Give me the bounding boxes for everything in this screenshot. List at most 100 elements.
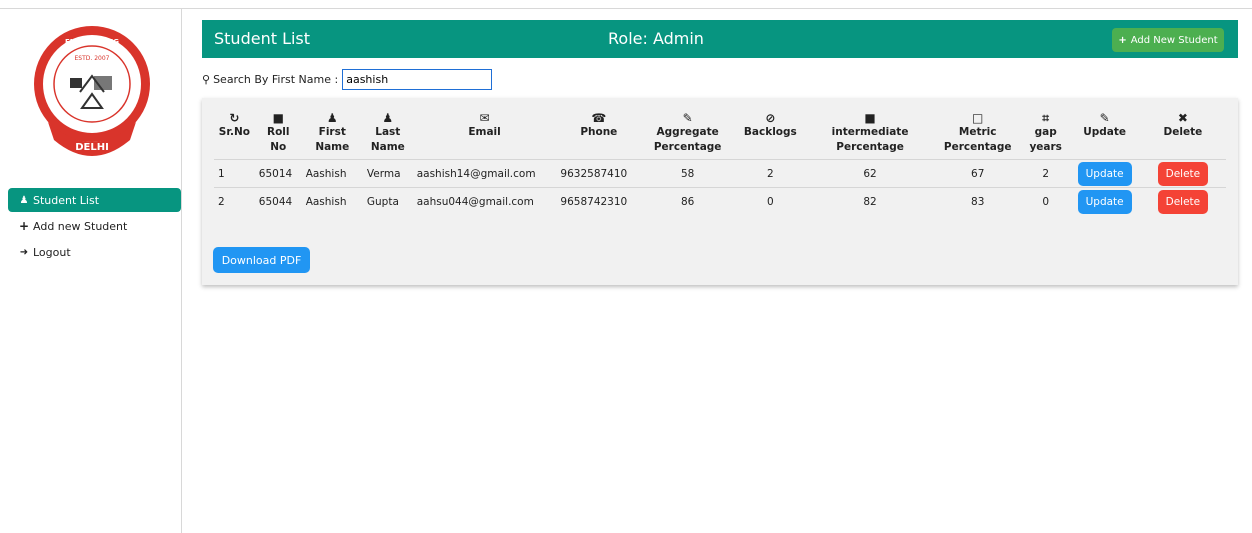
cell-sr: 2: [214, 187, 255, 216]
column-header: ☎ Phone: [556, 111, 641, 160]
cell-metric: 67: [933, 159, 1022, 188]
column-header: ↻ Sr.No: [214, 111, 255, 160]
column-header-label: Aggregate: [656, 126, 719, 138]
column-header: ✎ Aggregate Percentage: [641, 111, 734, 160]
column-header-label: Last: [375, 126, 401, 138]
cell-backlogs: 0: [734, 187, 807, 216]
column-header-label: Metric: [958, 126, 997, 138]
plus-icon: +: [1118, 34, 1127, 46]
add-new-student-label: Add New Student: [1130, 34, 1218, 46]
column-header-label: First: [318, 126, 346, 138]
column-header-label: Percentage: [653, 141, 722, 153]
cell-roll: 65014: [254, 159, 302, 188]
sidebar-item-add-new-student[interactable]: + Add new Student: [8, 214, 181, 238]
table-header-row: ↻ Sr.No ■ Roll No ♟ First Name ♟ Last Name ✉ Email ☎ P…: [214, 111, 1226, 160]
page-title: Student List: [214, 29, 311, 48]
cell-phone: 9658742310: [556, 187, 642, 216]
user-icon: ♟: [382, 111, 394, 125]
cell-update: Update: [1069, 187, 1140, 216]
add-new-student-button[interactable]: + Add New Student: [1112, 28, 1224, 52]
cell-first: Aashish: [301, 159, 363, 188]
student-table: ↻ Sr.No ■ Roll No ♟ First Name ♟ Last Name ✉ Email ☎ P…: [214, 111, 1226, 216]
delete-button[interactable]: Delete: [1157, 161, 1209, 186]
user-icon: ♟: [19, 194, 29, 206]
cell-aggregate: 86: [641, 187, 735, 216]
column-header: ✖ Delete: [1140, 111, 1226, 160]
update-button[interactable]: Update: [1077, 161, 1132, 186]
update-button[interactable]: Update: [1077, 189, 1132, 214]
pencil-icon: ✎: [682, 111, 693, 125]
plus-icon: +: [18, 219, 30, 233]
college-logo: DELHI ENGINEERING ESTD. 2007: [34, 26, 150, 156]
cell-phone: 9632587410: [556, 159, 642, 188]
logout-icon: ➜: [19, 246, 29, 258]
column-header-label: Email: [468, 126, 501, 138]
svg-text:DELHI: DELHI: [75, 142, 109, 153]
delete-button[interactable]: Delete: [1157, 189, 1209, 214]
column-header-label: gap: [1034, 126, 1057, 138]
cell-gap: 0: [1021, 187, 1070, 216]
table-row: 1 65014 Aashish Verma aashish14@gmail.com 963…: [214, 159, 1226, 188]
sidebar-item-label: Student List: [33, 193, 100, 207]
cell-first: Aashish: [301, 187, 363, 216]
cell-last: Verma: [362, 159, 413, 188]
search-label: Search By First Name :: [213, 72, 339, 86]
cell-email: aashish14@gmail.com: [412, 159, 557, 188]
cell-delete: Delete: [1139, 187, 1226, 216]
ban-icon: ⊘: [765, 111, 776, 125]
trash-icon: ✖: [1177, 111, 1188, 125]
cell-backlogs: 2: [734, 159, 807, 188]
sidebar: DELHI ENGINEERING ESTD. 2007 ♟ Student L…: [0, 9, 182, 533]
svg-text:ENGINEERING: ENGINEERING: [65, 38, 119, 46]
sidebar-item-label: Logout: [33, 245, 71, 259]
column-header-label: Name: [370, 141, 405, 153]
cell-metric: 83: [933, 187, 1022, 216]
column-header: □ Metric Percentage: [934, 111, 1022, 160]
search-row: ⚲ Search By First Name :: [202, 68, 493, 90]
cell-intermediate: 62: [806, 159, 934, 188]
cell-intermediate: 82: [806, 187, 934, 216]
crop-icon: ⌗: [1042, 111, 1050, 125]
column-header: ✉ Email: [413, 111, 557, 160]
sidebar-item-label: Add new Student: [33, 219, 128, 233]
search-icon: ⚲: [202, 72, 211, 86]
column-header-label: Name: [315, 141, 350, 153]
pencil-icon: ✎: [1099, 111, 1110, 125]
column-header-label: No: [270, 141, 287, 153]
student-table-card: ↻ Sr.No ■ Roll No ♟ First Name ♟ Last Name ✉ Email ☎ P…: [202, 98, 1238, 285]
column-header-label: Sr.No: [218, 126, 250, 138]
sidebar-item-student-list[interactable]: ♟ Student List: [8, 188, 181, 212]
cell-roll: 65044: [254, 187, 302, 216]
column-header-label: Roll: [266, 126, 290, 138]
cell-email: aahsu044@gmail.com: [412, 187, 557, 216]
download-pdf-button[interactable]: Download PDF: [213, 247, 310, 273]
header-bar: Student List Role: Admin + Add New Stude…: [202, 20, 1238, 58]
user-icon: ♟: [326, 111, 338, 125]
envelope-icon: ✉: [479, 111, 490, 125]
cell-gap: 2: [1021, 159, 1070, 188]
file-outline-icon: □: [972, 111, 984, 125]
cell-last: Gupta: [362, 187, 413, 216]
sidebar-item-logout[interactable]: ➜ Logout: [8, 240, 181, 264]
column-header-label: Percentage: [836, 141, 904, 153]
refresh-icon: ↻: [229, 111, 240, 125]
column-header-label: Phone: [580, 126, 618, 138]
top-divider: [0, 8, 1252, 9]
cell-aggregate: 58: [641, 159, 735, 188]
cell-sr: 1: [214, 159, 255, 188]
file-icon: ■: [864, 111, 876, 125]
column-header: ✎ Update: [1069, 111, 1139, 160]
column-header: ⊘ Backlogs: [734, 111, 807, 160]
column-header-label: years: [1029, 141, 1062, 153]
column-header-label: Delete: [1163, 126, 1203, 138]
column-header: ■ intermediate Percentage: [807, 111, 934, 160]
column-header: ♟ Last Name: [363, 111, 413, 160]
column-header: ♟ First Name: [302, 111, 363, 160]
cell-update: Update: [1069, 159, 1140, 188]
svg-text:ESTD. 2007: ESTD. 2007: [75, 55, 110, 62]
search-input[interactable]: [342, 68, 493, 90]
cell-delete: Delete: [1139, 159, 1226, 188]
role-label: Role: Admin: [608, 29, 704, 48]
column-header: ⌗ gap years: [1022, 111, 1070, 160]
phone-icon: ☎: [591, 111, 607, 125]
